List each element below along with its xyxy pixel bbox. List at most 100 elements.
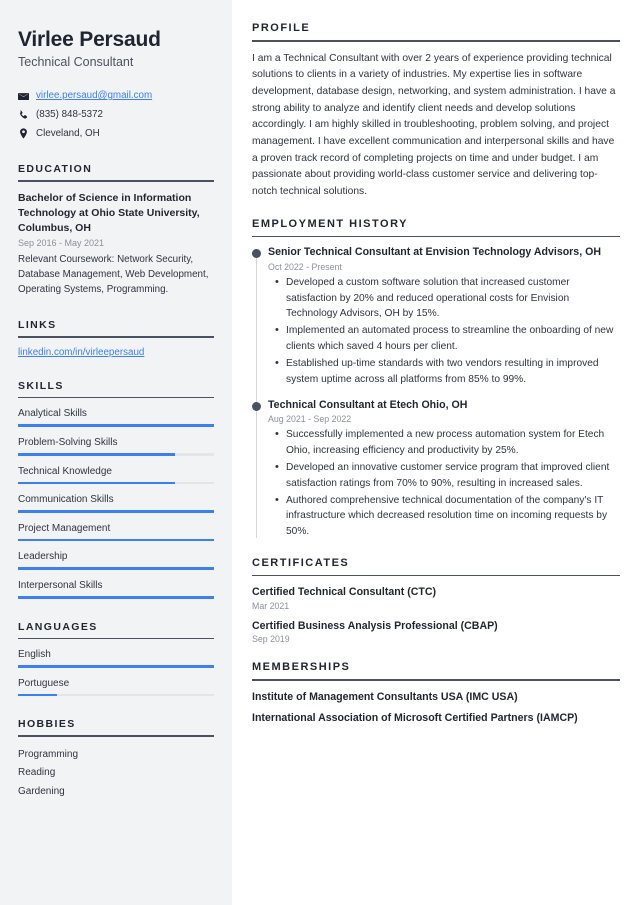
- phone-value: (835) 848-5372: [36, 108, 103, 120]
- language-bar-track: [18, 693, 214, 697]
- skill-bar-track: [18, 453, 214, 456]
- skill-bar-fill: [18, 510, 214, 513]
- skills-heading: SKILLS: [18, 379, 64, 392]
- employment-divider: [252, 235, 620, 238]
- language-label: Portuguese: [18, 677, 70, 689]
- sidebar: Virlee Persaud Technical Consultant virl…: [0, 0, 232, 905]
- job-bullet: Developed an innovative customer service…: [275, 459, 620, 492]
- links-section: LINKS linkedin.com/in/virleepersaud: [18, 319, 214, 358]
- language-bar-fill: [18, 665, 214, 668]
- skill-bar-track: [18, 510, 214, 513]
- skill-bar-fill: [18, 538, 214, 542]
- header-block: Virlee Persaud Technical Consultant: [18, 28, 214, 69]
- languages-divider: [18, 637, 214, 640]
- skill-label: Analytical Skills: [18, 408, 87, 420]
- job-date: Oct 2022 - Present: [268, 261, 342, 272]
- profile-divider: [252, 40, 620, 42]
- employment-section: EMPLOYMENT HISTORY Senior Technical Cons…: [252, 218, 620, 540]
- hobbies-heading: HOBBIES: [18, 718, 76, 731]
- hobby-item: Programming: [18, 748, 79, 760]
- education-heading: EDUCATION: [18, 163, 93, 176]
- memberships-section: MEMBERSHIPS Institute of Management Cons…: [252, 661, 620, 725]
- job-bullet: Developed a custom software solution tha…: [275, 274, 620, 322]
- skill-label: Problem-Solving Skills: [18, 437, 118, 449]
- job-bullet: Successfully implemented a new process a…: [275, 426, 620, 459]
- profile-text: I am a Technical Consultant with over 2 …: [252, 52, 616, 197]
- skill-item: Problem-Solving Skills: [18, 436, 214, 456]
- job-title: Technical Consultant at Etech Ohio, OH: [268, 398, 468, 411]
- contact-email-row: virlee.persaud@gmail.com: [18, 89, 214, 104]
- envelope-icon: [18, 91, 29, 102]
- languages-section: LANGUAGES English Portuguese: [18, 621, 214, 697]
- certificates-heading: CERTIFICATES: [252, 556, 350, 569]
- skills-divider: [18, 396, 214, 399]
- language-bar-fill: [18, 693, 58, 697]
- certificate-item: Certified Technical Consultant (CTC) Mar…: [252, 585, 620, 610]
- hobby-item: Gardening: [18, 785, 65, 797]
- skill-label: Leadership: [18, 551, 68, 563]
- skill-bar-fill: [18, 595, 214, 599]
- hobbies-section: HOBBIES Programming Reading Gardening: [18, 718, 214, 801]
- education-section: EDUCATION Bachelor of Science in Informa…: [18, 163, 214, 297]
- education-description: Relevant Coursework: Network Security, D…: [18, 254, 209, 295]
- certificate-date: Mar 2021: [252, 600, 290, 611]
- resume-document: Virlee Persaud Technical Consultant virl…: [0, 0, 640, 905]
- candidate-name: Virlee Persaud: [18, 28, 161, 51]
- phone-icon: [18, 110, 29, 121]
- skill-item: Interpersonal Skills: [18, 579, 214, 599]
- employment-heading: EMPLOYMENT HISTORY: [252, 217, 408, 230]
- hobbies-divider: [18, 735, 214, 737]
- skill-label: Project Management: [18, 522, 111, 534]
- certificate-name: Certified Technical Consultant (CTC): [252, 586, 437, 599]
- skills-section: SKILLS Analytical Skills Problem-Solving…: [18, 380, 214, 599]
- email-link[interactable]: virlee.persaud@gmail.com: [36, 89, 152, 104]
- links-divider: [18, 336, 214, 338]
- job-entry: Technical Consultant at Etech Ohio, OH A…: [252, 398, 620, 540]
- languages-heading: LANGUAGES: [18, 620, 98, 633]
- skill-label: Technical Knowledge: [18, 465, 112, 477]
- map-pin-icon: [18, 128, 29, 140]
- contact-list: virlee.persaud@gmail.com (835) 848-5372 …: [18, 89, 214, 141]
- location-value: Cleveland, OH: [36, 127, 100, 139]
- skill-item: Technical Knowledge: [18, 465, 214, 485]
- job-date: Aug 2021 - Sep 2022: [268, 414, 352, 425]
- skill-bar-track: [18, 481, 214, 485]
- profile-section: PROFILE I am a Technical Consultant with…: [252, 22, 620, 201]
- skill-bar-track: [18, 424, 214, 428]
- skill-bar-fill: [18, 424, 214, 428]
- membership-item: Institute of Management Consultants USA …: [252, 690, 518, 703]
- education-divider: [18, 180, 214, 182]
- link-item[interactable]: linkedin.com/in/virleepersaud: [18, 347, 214, 358]
- language-item: Portuguese: [18, 677, 214, 697]
- certificate-date: Sep 2019: [252, 634, 290, 645]
- job-bullet: Authored comprehensive technical documen…: [275, 492, 620, 540]
- language-item: English: [18, 648, 214, 668]
- certificate-item: Certified Business Analysis Professional…: [252, 619, 620, 644]
- employment-timeline: Senior Technical Consultant at Envision …: [252, 246, 620, 540]
- links-heading: LINKS: [18, 319, 57, 332]
- language-bar-track: [18, 665, 214, 668]
- memberships-heading: MEMBERSHIPS: [252, 661, 351, 674]
- contact-phone-row: (835) 848-5372: [18, 108, 214, 123]
- skill-item: Analytical Skills: [18, 407, 214, 428]
- timeline-dot-icon: [252, 249, 261, 259]
- main-column: PROFILE I am a Technical Consultant with…: [232, 0, 640, 905]
- memberships-divider: [252, 679, 620, 681]
- language-label: English: [18, 649, 51, 661]
- skill-item: Communication Skills: [18, 493, 214, 513]
- job-bullet: Established up-time standards with two v…: [275, 355, 620, 388]
- skill-bar-track: [18, 567, 214, 570]
- skill-item: Project Management: [18, 522, 214, 542]
- certificate-name: Certified Business Analysis Professional…: [252, 619, 498, 632]
- skill-label: Communication Skills: [18, 494, 114, 506]
- education-date: Sep 2016 - May 2021: [18, 238, 105, 249]
- skill-bar-track: [18, 538, 214, 542]
- skill-label: Interpersonal Skills: [18, 579, 103, 591]
- certificates-section: CERTIFICATES Certified Technical Consult…: [252, 557, 620, 644]
- hobby-item: Reading: [18, 767, 56, 779]
- job-bullet-list: Successfully implemented a new process a…: [268, 426, 620, 540]
- skill-bar-track: [18, 595, 214, 599]
- contact-location-row: Cleveland, OH: [18, 127, 214, 142]
- skill-item: Leadership: [18, 550, 214, 570]
- job-bullet-list: Developed a custom software solution tha…: [268, 274, 620, 388]
